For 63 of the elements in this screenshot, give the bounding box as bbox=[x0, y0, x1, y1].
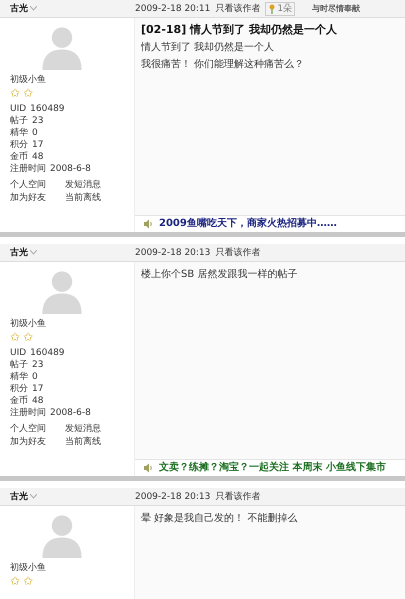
star-icon: ✩ bbox=[10, 575, 20, 587]
user-rank: 初级小鱼 bbox=[10, 74, 47, 86]
stat-label: 注册时间 bbox=[10, 407, 46, 419]
stat-label: 帖子 bbox=[10, 115, 28, 127]
stat-value: 48 bbox=[32, 395, 44, 407]
post-title: [02-18] 情人节到了 我却仍然是一个人 bbox=[141, 24, 338, 36]
stat-label: 金币 bbox=[10, 151, 28, 163]
star-icon: ✩ bbox=[23, 87, 34, 99]
stat-value: 160489 bbox=[30, 103, 65, 115]
flower-button[interactable]: 1朵 bbox=[265, 2, 296, 16]
stat-label: 注册时间 bbox=[10, 163, 46, 175]
stat-label: 金币 bbox=[10, 395, 28, 407]
stat-label: 积分 bbox=[10, 383, 28, 395]
stat-value: 23 bbox=[32, 359, 44, 371]
profile-link[interactable]: 个人空间 bbox=[10, 179, 65, 191]
stat-value: 0 bbox=[32, 371, 38, 383]
user-rank: 初级小鱼 bbox=[10, 562, 47, 574]
slogan-text: 与时尽情奉献 bbox=[312, 2, 360, 14]
profile-link[interactable]: 发短消息 bbox=[65, 423, 120, 435]
stat-value: 0 bbox=[32, 127, 38, 139]
speaker-icon bbox=[143, 219, 153, 229]
author-name[interactable]: 古光 bbox=[10, 490, 28, 502]
profile-link[interactable]: 当前离线 bbox=[65, 192, 120, 204]
author-name[interactable]: 古光 bbox=[10, 246, 28, 258]
dropdown-icon[interactable] bbox=[30, 494, 37, 499]
dropdown-icon[interactable] bbox=[30, 250, 37, 255]
only-author-link[interactable]: 只看该作者 bbox=[215, 246, 260, 258]
stat-label: 精华 bbox=[10, 371, 28, 383]
stat-value: 48 bbox=[32, 151, 44, 163]
stat-value: 2008-6-8 bbox=[50, 407, 91, 419]
profile-link[interactable]: 发短消息 bbox=[65, 179, 120, 191]
profile-link[interactable]: 个人空间 bbox=[10, 423, 65, 435]
star-icon: ✩ bbox=[23, 575, 34, 587]
stat-label: 帖子 bbox=[10, 359, 28, 371]
post-time: 2009-2-18 20:11 bbox=[135, 2, 210, 14]
stat-value: 23 bbox=[32, 115, 44, 127]
only-author-link[interactable]: 只看该作者 bbox=[215, 490, 260, 502]
stat-label: UID bbox=[10, 103, 26, 115]
stat-value: 17 bbox=[32, 139, 44, 151]
dropdown-icon[interactable] bbox=[30, 6, 37, 11]
stat-value: 160489 bbox=[30, 347, 65, 359]
author-name[interactable]: 古光 bbox=[10, 2, 28, 14]
stat-label: UID bbox=[10, 347, 26, 359]
star-icon: ✩ bbox=[10, 331, 20, 343]
stat-label: 精华 bbox=[10, 127, 28, 139]
stat-label: 积分 bbox=[10, 139, 28, 151]
post-text: 我很痛苦！ 你们能理解这种痛苦么？ bbox=[141, 58, 306, 72]
profile-link[interactable]: 加为好友 bbox=[10, 192, 65, 204]
stat-value: 2008-6-8 bbox=[50, 163, 91, 175]
profile-link[interactable]: 加为好友 bbox=[10, 436, 65, 448]
star-icon: ✩ bbox=[10, 87, 20, 99]
star-icon: ✩ bbox=[23, 331, 34, 343]
post-text: 情人节到了 我却仍然是一个人 bbox=[141, 41, 276, 55]
post-text: 楼上你个SB 居然发跟我一样的帖子 bbox=[141, 268, 298, 282]
stat-value: 17 bbox=[32, 383, 44, 395]
post-time: 2009-2-18 20:13 bbox=[135, 246, 210, 258]
user-rank: 初级小鱼 bbox=[10, 318, 47, 330]
flower-icon bbox=[268, 4, 276, 14]
post-time: 2009-2-18 20:13 bbox=[135, 490, 210, 502]
only-author-link[interactable]: 只看该作者 bbox=[215, 2, 260, 14]
profile-link[interactable]: 当前离线 bbox=[65, 436, 120, 448]
post-text: 晕 好象是我自己发的！ 不能删掉么 bbox=[141, 512, 298, 526]
speaker-icon bbox=[143, 463, 153, 473]
